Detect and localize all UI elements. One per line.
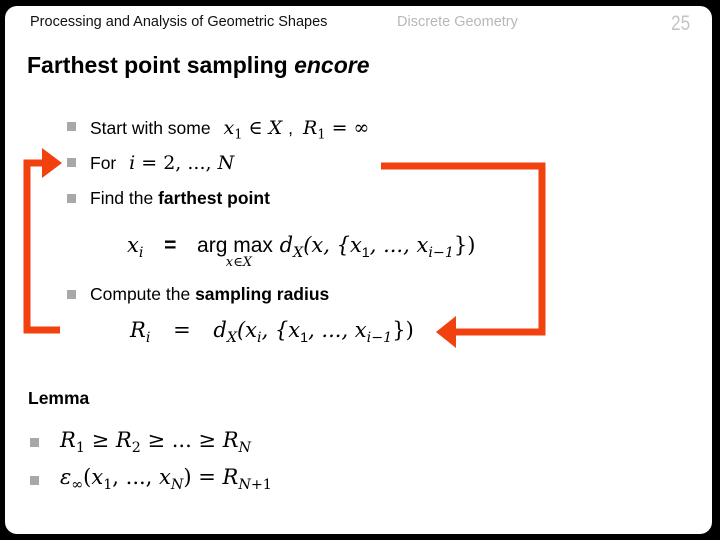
eq2-args-open: (x xyxy=(236,318,258,342)
equation-sampling-radius: Ri = dX(xi, {x1, ..., xi−1}) xyxy=(130,318,414,346)
step-find: Find the farthest point xyxy=(90,188,270,209)
eq2-a1-sub: 1 xyxy=(300,329,309,346)
bullet-icon xyxy=(67,158,76,167)
bullet-icon xyxy=(30,438,39,447)
eq-lhs: x xyxy=(127,233,139,257)
step-find-bold: farthest point xyxy=(158,188,270,208)
eq-mid: , ..., x xyxy=(369,233,429,257)
eq2-comma: , {x xyxy=(261,318,301,342)
eq2-d: d xyxy=(213,318,227,342)
eq2-mid: , ..., x xyxy=(308,318,367,342)
eq-sign: = xyxy=(164,234,177,257)
argmax-label: arg max xyxy=(197,234,273,257)
step-compute-text: Compute the xyxy=(90,284,191,304)
eq-d: d xyxy=(279,233,294,257)
eq-close: }) xyxy=(453,233,476,257)
eq-d-sub: X xyxy=(293,244,304,261)
slide-title-emphasis: encore xyxy=(294,52,370,78)
topic-title: Discrete Geometry xyxy=(397,14,518,30)
argmax-operator: arg max x∈X xyxy=(197,233,273,270)
step-compute-bold: sampling radius xyxy=(195,284,330,304)
eq2-an-sub: i−1 xyxy=(366,329,393,346)
step-for-math: i = 2, ..., N xyxy=(129,152,235,174)
eq-a1-sub: 1 xyxy=(361,244,370,261)
lemma-heading: Lemma xyxy=(28,388,90,408)
bullet-icon xyxy=(30,476,39,485)
bullet-icon xyxy=(67,290,76,299)
step-start-math-r1: R1 = ∞ xyxy=(303,117,370,143)
lemma-item-covering-radius: ε∞(x1, ..., xN) = RN+1 xyxy=(60,465,272,493)
bullet-icon xyxy=(67,194,76,203)
eq-lhs-sub: i xyxy=(138,244,144,261)
step-start: Start with some x1 ∈ X, R1 = ∞ xyxy=(90,117,369,143)
argmax-subscript: x∈X xyxy=(225,255,253,270)
step-start-math-x1: x1 ∈ X xyxy=(223,117,283,143)
course-title: Processing and Analysis of Geometric Sha… xyxy=(30,14,328,30)
eq-an-sub: i−1 xyxy=(428,244,454,261)
equation-farthest-point: xi = arg max x∈X dX(x, {x1, ..., xi−1}) xyxy=(127,233,476,270)
slide-title-main: Farthest point sampling xyxy=(27,52,288,78)
eq2-close: }) xyxy=(392,318,414,342)
step-find-text: Find the xyxy=(90,188,154,208)
step-start-text: Start with some xyxy=(90,118,211,138)
step-compute: Compute the sampling radius xyxy=(90,284,329,305)
step-for: For i = 2, ..., N xyxy=(90,152,234,174)
step-for-text: For xyxy=(90,153,117,173)
eq2-lhs-sub: i xyxy=(145,329,151,346)
eq2-sign: = xyxy=(173,318,191,342)
eq2-lhs: R xyxy=(130,318,146,342)
lemma-item-monotone: R1 ≥ R2 ≥ ... ≥ RN xyxy=(60,428,252,456)
page-number: 25 xyxy=(671,12,691,35)
eq2-d-sub: X xyxy=(226,329,237,346)
eq-args-open: (x, {x xyxy=(303,233,362,257)
step-start-sep: , xyxy=(288,118,293,138)
bullet-icon xyxy=(67,122,76,131)
slide-title: Farthest point sampling encore xyxy=(27,52,370,79)
